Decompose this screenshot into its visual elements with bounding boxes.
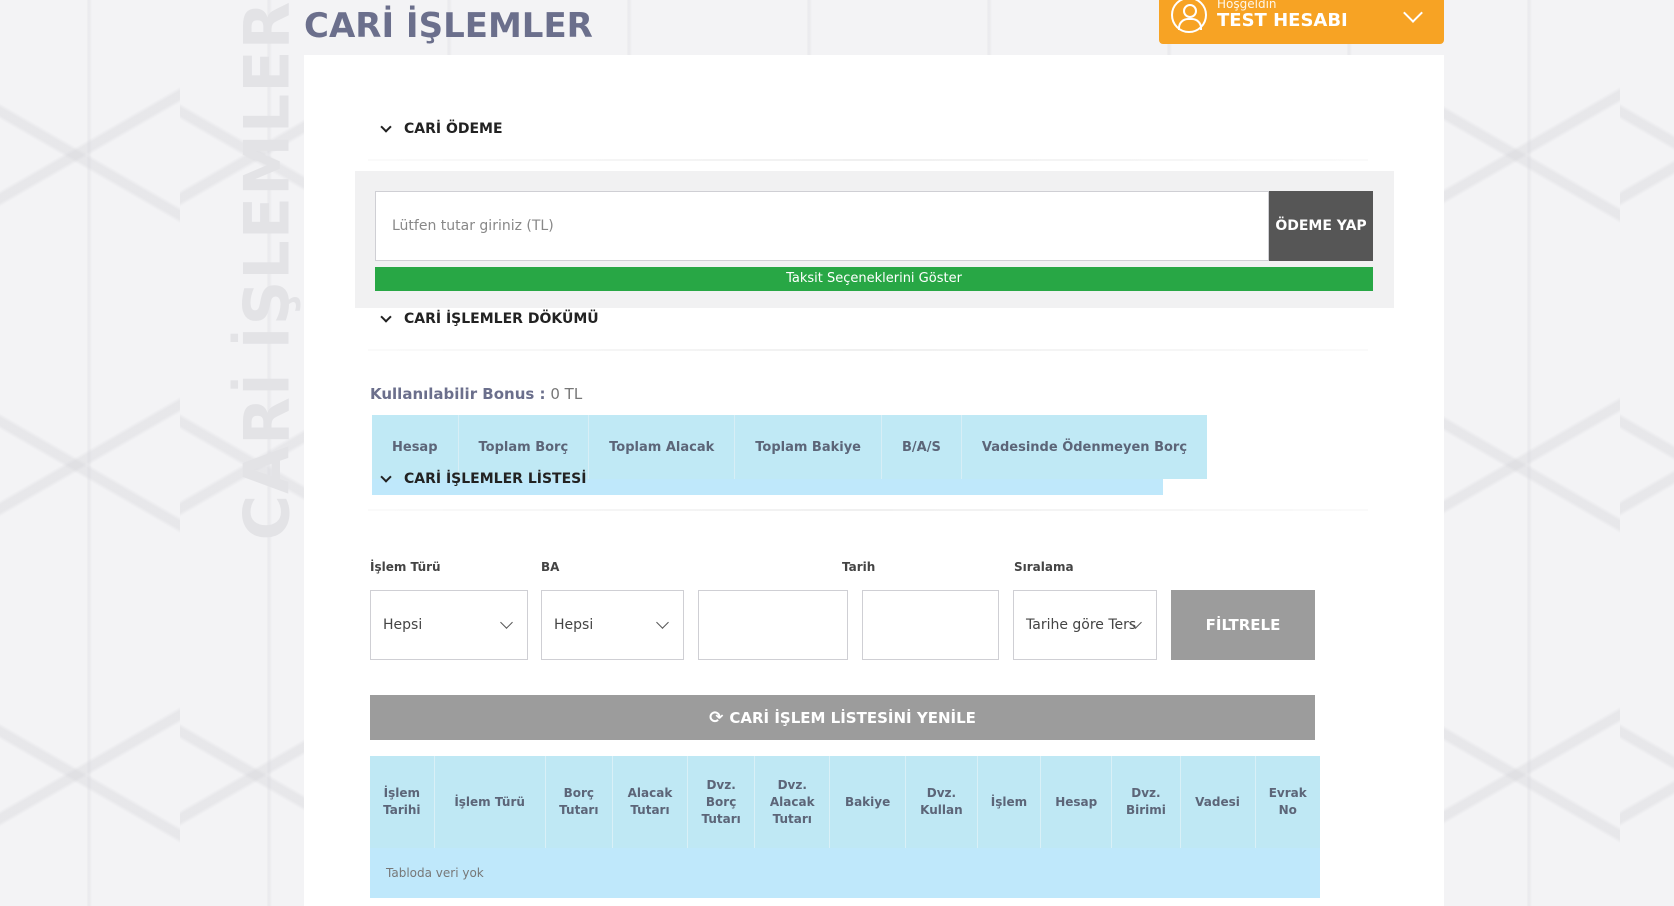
section-payment-title: CARİ ÖDEME [404,121,503,137]
chevron-down-icon [380,311,392,323]
list-col-debt-amount[interactable]: Borç Tutarı [545,756,614,848]
list-col-label: Tutarı [559,803,599,817]
pay-button[interactable]: ÖDEME YAP [1269,191,1373,261]
chevron-down-icon [1403,3,1423,23]
chevron-down-icon [656,616,669,629]
type-select-value: Hepsi [383,617,423,633]
summary-col-account[interactable]: Hesap [372,415,459,479]
list-col-label: İşlem Türü [454,794,525,809]
divider [368,349,1368,351]
ba-select-value: Hepsi [554,617,594,633]
list-col-label: Hesap [1055,794,1098,809]
list-col-fx-credit-amount[interactable]: Dvz. Alacak Tutarı [754,756,831,848]
divider [368,509,1368,511]
list-col-label: Tarihi [383,803,421,817]
page-title: CARİ İŞLEMLER [304,6,593,46]
list-col-account[interactable]: Hesap [1040,756,1113,848]
filter-button[interactable]: FİLTRELE [1171,590,1315,660]
list-col-label: Dvz. [926,786,957,800]
user-icon [1171,0,1207,33]
list-col-label: Kullan [920,803,963,817]
section-statement-title: CARİ İŞLEMLER DÖKÜMÜ [404,311,599,327]
list-col-fx-rate[interactable]: Dvz. Kullan [905,756,978,848]
bonus-info: Kullanılabilir Bonus : 0 TL [370,385,582,403]
bonus-value: 0 TL [550,385,583,403]
refresh-list-button[interactable]: ⟳ CARİ İŞLEM LİSTESİNİ YENİLE [370,695,1315,740]
list-col-date[interactable]: İşlem Tarihi [370,756,435,848]
list-col-label: Alacak [627,786,673,800]
summary-col-total-debt[interactable]: Toplam Borç [458,415,590,479]
section-payment-toggle[interactable]: CARİ ÖDEME [380,121,503,137]
list-col-label: Tutarı [630,803,670,817]
user-name: TEST HESABI [1217,10,1348,31]
list-col-transaction[interactable]: İşlem [977,756,1042,848]
list-col-balance[interactable]: Bakiye [829,756,906,848]
summary-table: Hesap Toplam Borç Toplam Alacak Toplam B… [372,415,1208,479]
section-list-toggle[interactable]: CARİ İŞLEMLER LİSTESİ [380,471,587,487]
summary-col-total-credit[interactable]: Toplam Alacak [588,415,736,479]
list-col-label: Evrak [1268,786,1307,800]
list-col-document-no[interactable]: Evrak No [1255,756,1320,848]
summary-col-overdue-debt[interactable]: Vadesinde Ödenmeyen Borç [961,415,1207,479]
refresh-list-label: CARİ İŞLEM LİSTESİNİ YENİLE [729,708,976,727]
divider [368,159,1368,161]
user-greeting: Hoşgeldin [1217,0,1277,11]
date-end-input[interactable] [862,590,999,660]
amount-input[interactable] [375,191,1269,261]
list-col-label: Tutarı [701,811,741,826]
refresh-icon: ⟳ [709,707,724,728]
date-start-input[interactable] [698,590,848,660]
filter-label-sort: Sıralama [1014,560,1074,574]
list-col-label: No [1278,803,1297,817]
list-col-fx-debt-amount[interactable]: Dvz. Borç Tutarı [687,756,756,848]
list-col-label: Borç [563,786,595,800]
section-statement-toggle[interactable]: CARİ İŞLEMLER DÖKÜMÜ [380,311,599,327]
filter-label-type: İşlem Türü [370,560,441,574]
list-col-label: Vadesi [1195,794,1240,809]
list-col-label: İşlem [383,786,420,800]
list-col-label: Birimi [1125,803,1166,817]
list-col-label: İşlem [990,794,1028,809]
list-col-label: Dvz. [706,777,736,792]
summary-col-total-balance[interactable]: Toplam Bakiye [734,415,883,479]
list-col-label: Bakiye [844,794,891,809]
list-col-type[interactable]: İşlem Türü [434,756,546,848]
vertical-watermark: CARİ İŞLEMLER [230,0,304,540]
main-card: CARİ ÖDEME ÖDEME YAP Taksit Seçeneklerin… [304,55,1444,906]
sort-select-value: Tarihe göre Ters [1026,617,1137,633]
chevron-down-icon [500,616,513,629]
summary-col-bas[interactable]: B/A/S [881,415,962,479]
list-col-label: Borç [705,794,737,809]
type-select[interactable]: Hepsi [370,590,528,660]
empty-table-message: Tabloda veri yok [370,848,1320,898]
filter-label-ba: BA [541,560,560,574]
payment-panel: ÖDEME YAP Taksit Seçeneklerini Göster [355,171,1394,308]
list-col-fx-currency[interactable]: Dvz. Birimi [1111,756,1181,848]
ba-select[interactable]: Hepsi [541,590,684,660]
list-col-label: Alacak [769,794,815,809]
user-menu[interactable]: Hoşgeldin TEST HESABI [1159,0,1444,44]
list-col-label: Tutarı [772,811,812,826]
show-installments-button[interactable]: Taksit Seçeneklerini Göster [375,267,1373,291]
filter-label-date: Tarih [842,560,876,574]
list-col-label: Dvz. [777,777,807,792]
list-col-credit-amount[interactable]: Alacak Tutarı [612,756,688,848]
bonus-label: Kullanılabilir Bonus : [370,385,546,403]
list-col-due-date[interactable]: Vadesi [1180,756,1256,848]
list-col-label: Dvz. [1131,786,1161,800]
section-list-title: CARİ İŞLEMLER LİSTESİ [404,471,587,487]
sort-select[interactable]: Tarihe göre Ters [1013,590,1157,660]
chevron-down-icon [380,121,392,133]
chevron-down-icon [380,471,392,483]
transactions-table: İşlem Tarihi İşlem Türü Borç Tutarı Alacak Tut… [370,756,1320,898]
